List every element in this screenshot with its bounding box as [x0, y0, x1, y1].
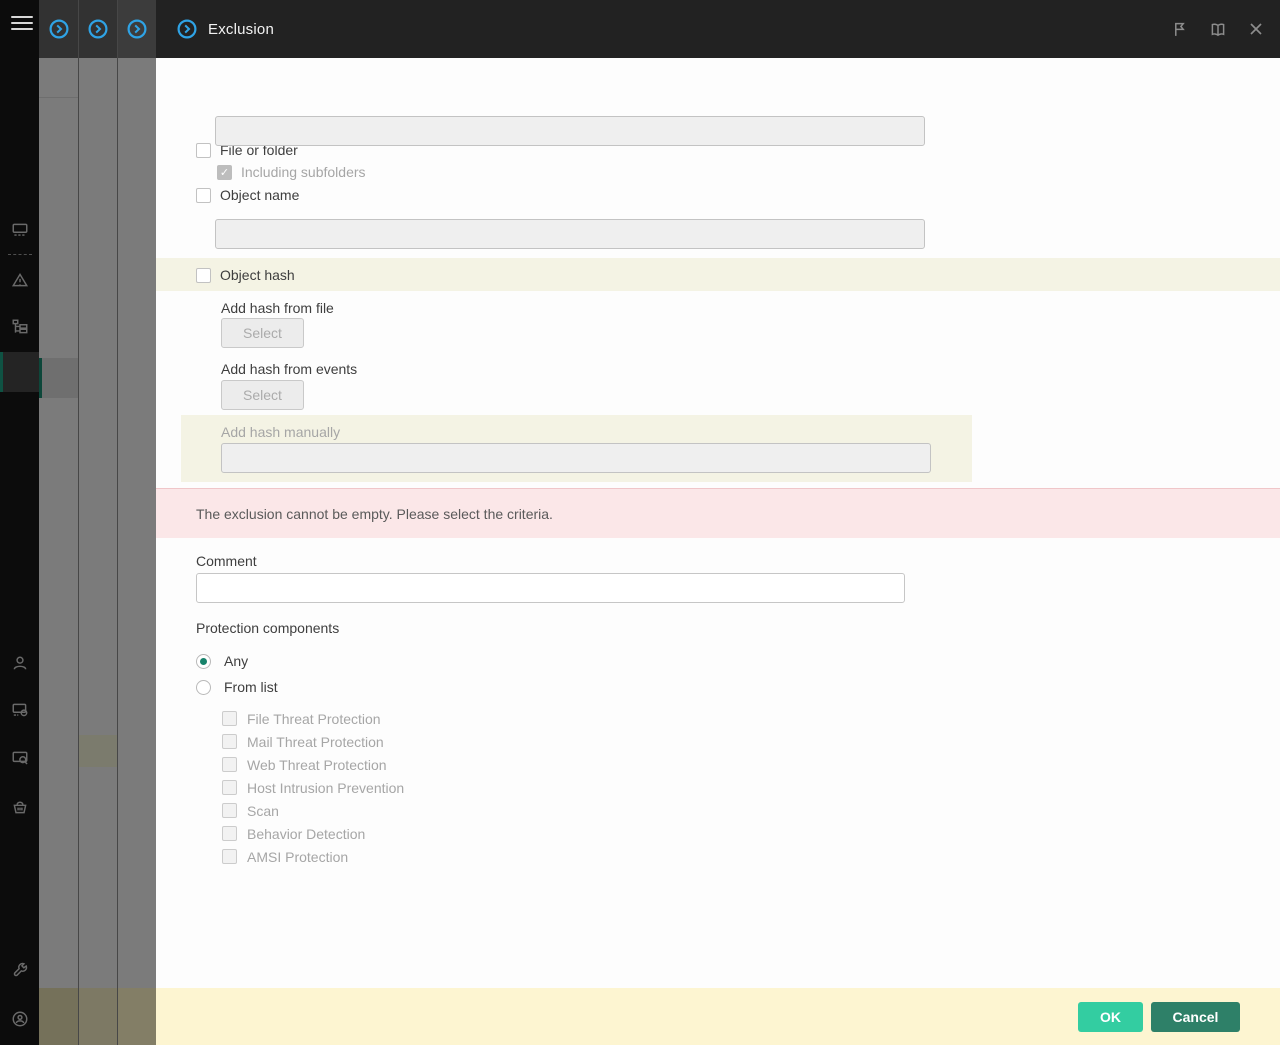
- menu-icon[interactable]: [11, 16, 33, 32]
- object-hash-band: [156, 258, 1280, 291]
- protection-item-label: File Threat Protection: [247, 711, 381, 727]
- protection-components-label: Protection components: [196, 620, 339, 636]
- alerts-icon[interactable]: [0, 268, 39, 292]
- radio-from-list-label: From list: [224, 679, 278, 695]
- protection-checkbox: [222, 803, 237, 818]
- add-hash-from-file-label: Add hash from file: [221, 300, 334, 316]
- stacked-dialog-3-tab[interactable]: [118, 0, 156, 58]
- stacked-selected-row: [39, 358, 78, 398]
- add-hash-manually-block: Add hash manually: [181, 415, 972, 482]
- object-name-row: Object name: [196, 187, 299, 203]
- protection-checkbox: [222, 734, 237, 749]
- stacked-dialog-2-body: [79, 58, 117, 988]
- validation-error-banner: The exclusion cannot be empty. Please se…: [156, 488, 1280, 538]
- stacked-dialog-1-footer: [39, 988, 78, 1045]
- object-name-label: Object name: [220, 187, 299, 203]
- stacked-dialog-3-body: [118, 58, 156, 988]
- close-icon[interactable]: [1248, 21, 1264, 37]
- protection-checkbox: [222, 849, 237, 864]
- stacked-dialog-1-body: [39, 58, 78, 988]
- protection-item: AMSI Protection: [222, 849, 404, 864]
- device-search-icon[interactable]: [0, 746, 39, 770]
- validation-error-text: The exclusion cannot be empty. Please se…: [196, 506, 553, 522]
- dialog-icon: [48, 18, 70, 40]
- including-subfolders-row: ✓ Including subfolders: [217, 164, 366, 180]
- protection-checkbox: [222, 826, 237, 841]
- dialog-icon: [87, 18, 109, 40]
- dialog-body: File or folder ✓ Including subfolders Ob…: [156, 58, 1280, 988]
- file-or-folder-checkbox[interactable]: [196, 143, 211, 158]
- protection-checkbox: [222, 711, 237, 726]
- add-hash-manually-input: [221, 443, 931, 473]
- protection-item: Host Intrusion Prevention: [222, 780, 404, 795]
- exclusion-dialog: Exclusion File or folder ✓ Including sub…: [156, 0, 1280, 1045]
- protection-item: Behavior Detection: [222, 826, 404, 841]
- select-hash-events-button: Select: [221, 380, 304, 410]
- add-hash-from-events-label: Add hash from events: [221, 361, 357, 377]
- including-subfolders-label: Including subfolders: [241, 164, 366, 180]
- flag-icon[interactable]: [1171, 21, 1188, 38]
- store-icon[interactable]: [0, 795, 39, 819]
- select-hash-file-button: Select: [221, 318, 304, 348]
- stacked-dialog-1[interactable]: [39, 0, 78, 1045]
- protection-item: Web Threat Protection: [222, 757, 404, 772]
- protection-checkbox: [222, 780, 237, 795]
- object-name-checkbox[interactable]: [196, 188, 211, 203]
- protection-item-label: Behavior Detection: [247, 826, 365, 842]
- stacked-highlight-row: [79, 735, 117, 767]
- radio-from-list-row: From list: [196, 679, 278, 695]
- add-hash-manually-label: Add hash manually: [221, 424, 340, 440]
- protection-item-label: Web Threat Protection: [247, 757, 387, 773]
- divider: [39, 97, 78, 98]
- monitoring-icon[interactable]: [0, 218, 39, 242]
- protection-item-label: Mail Threat Protection: [247, 734, 384, 750]
- dialog-title: Exclusion: [208, 21, 274, 38]
- cancel-button[interactable]: Cancel: [1151, 1002, 1240, 1032]
- support-icon[interactable]: [0, 1007, 39, 1031]
- comment-label: Comment: [196, 553, 257, 569]
- radio-any[interactable]: [196, 654, 211, 669]
- protection-components-list: File Threat Protection Mail Threat Prote…: [222, 711, 404, 864]
- app-sidebar: [0, 0, 39, 1045]
- radio-any-label: Any: [224, 653, 248, 669]
- tools-icon[interactable]: [0, 958, 39, 982]
- object-hash-row: Object hash: [196, 267, 295, 283]
- stacked-dialog-3-footer: [118, 988, 156, 1045]
- dialog-footer: OK Cancel: [156, 988, 1280, 1045]
- sidebar-divider: [8, 254, 32, 255]
- stacked-dialog-2-tab[interactable]: [79, 0, 117, 58]
- dialog-header: Exclusion: [156, 0, 1280, 58]
- radio-any-row: Any: [196, 653, 248, 669]
- stacked-dialog-2[interactable]: [78, 0, 117, 1045]
- object-hash-label: Object hash: [220, 267, 295, 283]
- exclusion-dialog-icon: [176, 18, 198, 40]
- object-name-input: [215, 219, 925, 249]
- including-subfolders-checkbox: ✓: [217, 165, 232, 180]
- ok-button[interactable]: OK: [1078, 1002, 1143, 1032]
- device-settings-icon[interactable]: [0, 698, 39, 722]
- sidebar-item-selected[interactable]: [0, 352, 39, 392]
- stacked-dialog-1-tab[interactable]: [39, 0, 78, 58]
- file-or-folder-input: [215, 116, 925, 146]
- hierarchy-icon[interactable]: [0, 315, 39, 339]
- dialog-icon: [126, 18, 148, 40]
- protection-item-label: Scan: [247, 803, 279, 819]
- protection-item-label: AMSI Protection: [247, 849, 348, 865]
- protection-checkbox: [222, 757, 237, 772]
- comment-input[interactable]: [196, 573, 905, 603]
- stacked-dialog-3[interactable]: [117, 0, 156, 1045]
- protection-item: Mail Threat Protection: [222, 734, 404, 749]
- radio-from-list[interactable]: [196, 680, 211, 695]
- protection-item-label: Host Intrusion Prevention: [247, 780, 404, 796]
- protection-item: File Threat Protection: [222, 711, 404, 726]
- protection-item: Scan: [222, 803, 404, 818]
- manual-book-icon[interactable]: [1209, 21, 1227, 38]
- users-icon[interactable]: [0, 651, 39, 675]
- stacked-dialog-2-footer: [79, 988, 117, 1045]
- object-hash-checkbox[interactable]: [196, 268, 211, 283]
